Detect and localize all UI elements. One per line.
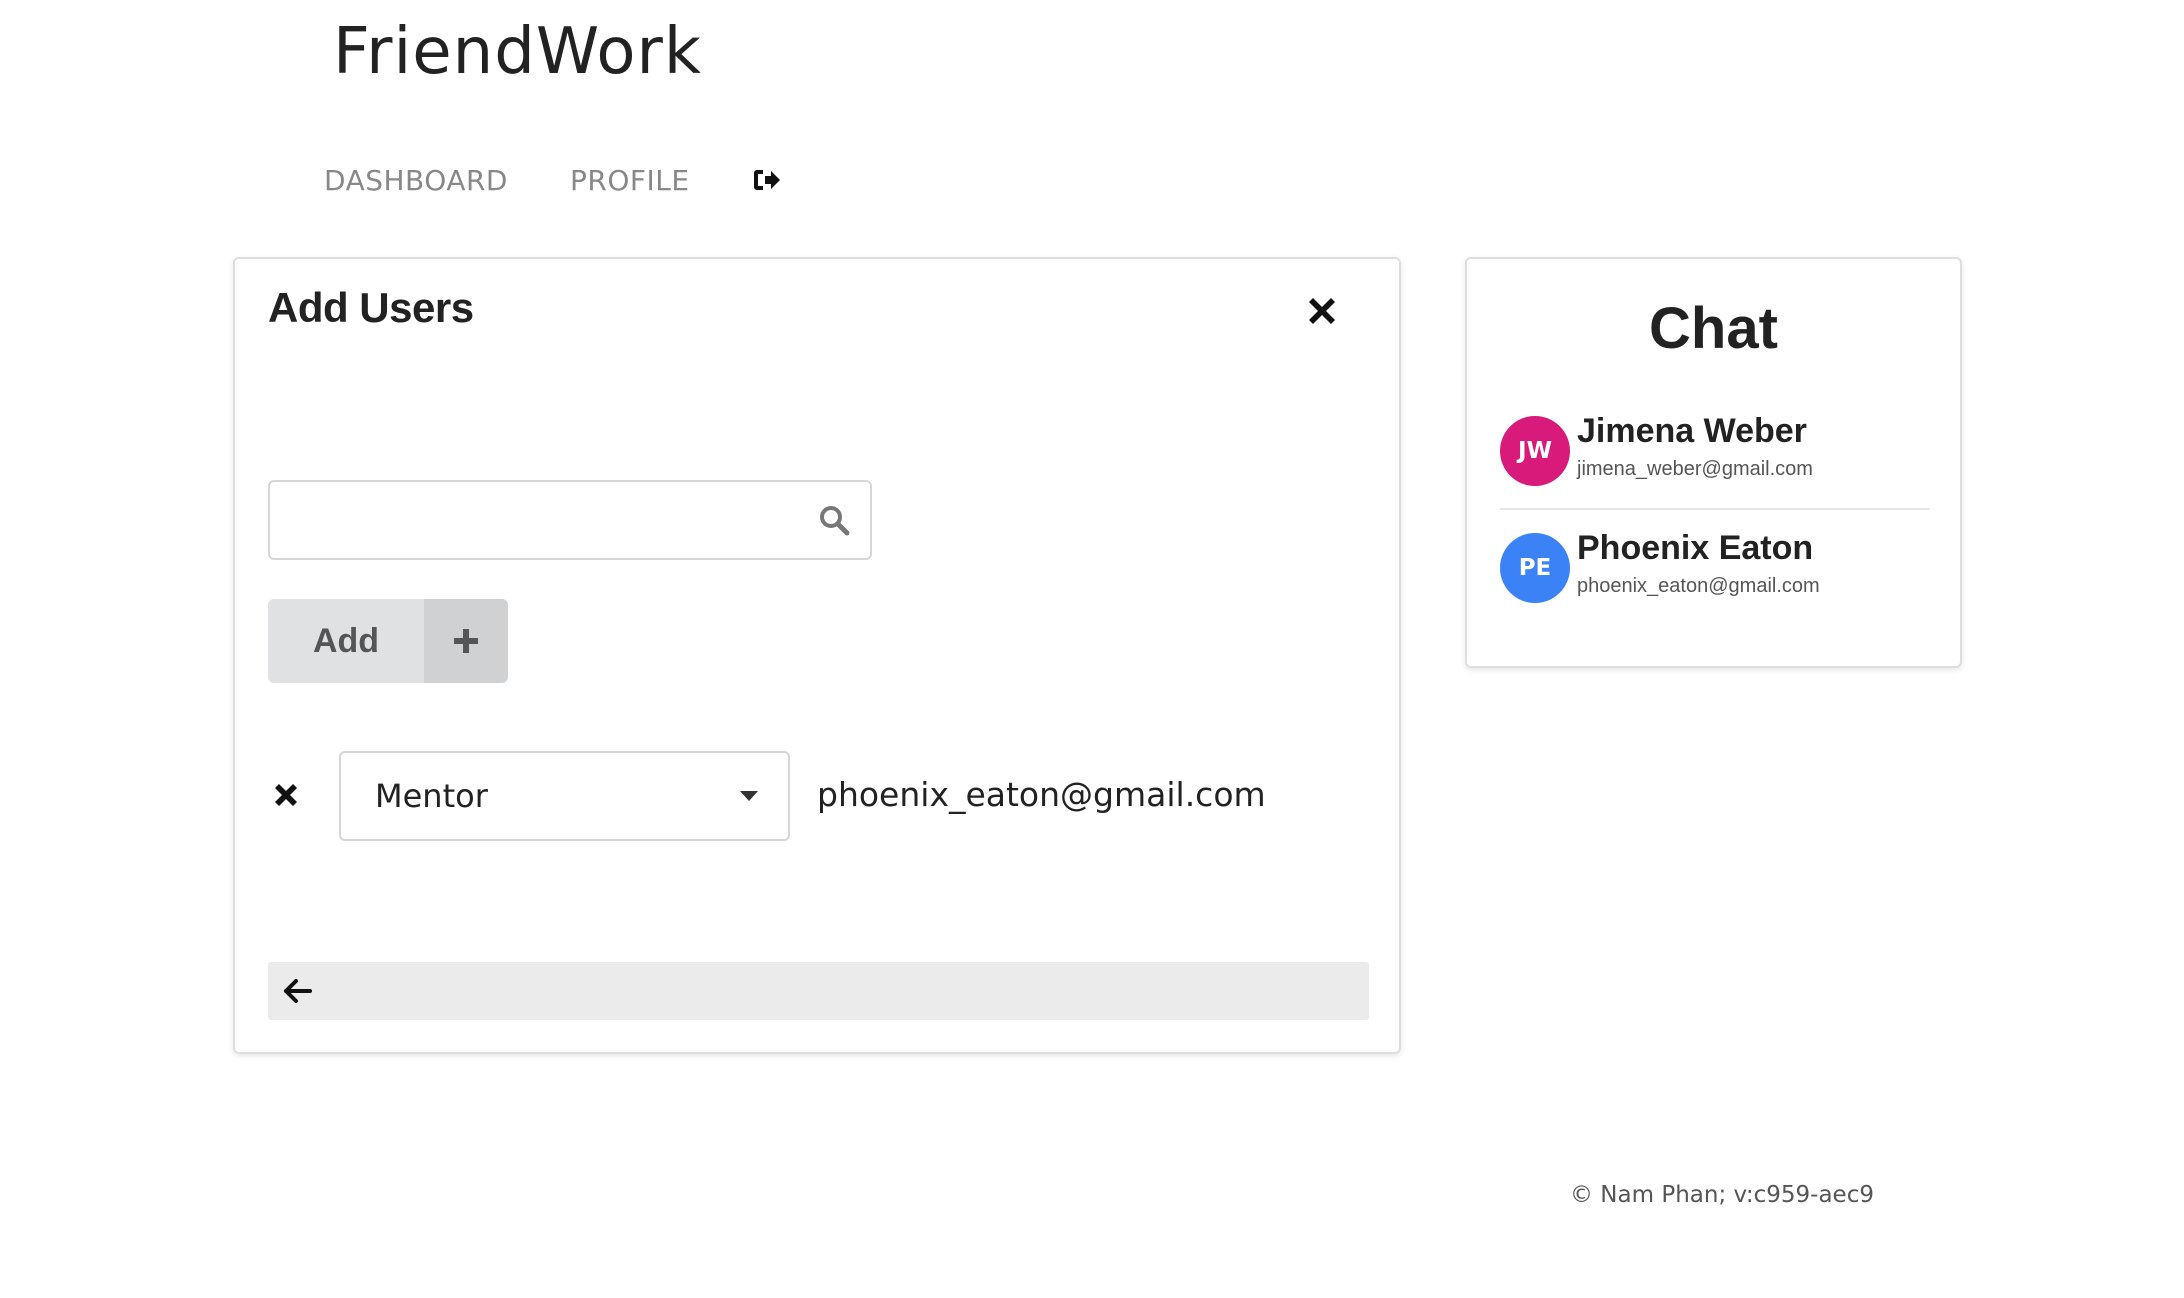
contact-email: phoenix_eaton@gmail.com [1577,575,1820,597]
add-button-label: Add [268,599,424,683]
role-select[interactable]: Mentor [339,751,790,841]
app-title: FriendWork [333,15,702,89]
chat-card: Chat JW Jimena Weber jimena_weber@gmail.… [1465,257,1962,668]
chat-contact[interactable]: JW Jimena Weber jimena_weber@gmail.com [1500,412,1930,488]
chat-title: Chat [1649,296,1778,361]
arrow-left-icon [280,974,314,1008]
contact-email: jimena_weber@gmail.com [1577,458,1813,480]
chat-contact[interactable]: PE Phoenix Eaton phoenix_eaton@gmail.com [1500,529,1930,605]
add-user-button[interactable]: Add [268,599,508,683]
contact-name: Phoenix Eaton [1577,529,1814,567]
user-search-field [268,480,872,560]
avatar: PE [1500,533,1570,603]
nav-dashboard[interactable]: DASHBOARD [324,164,508,197]
search-icon[interactable] [818,504,850,536]
selected-user-row: Mentor phoenix_eaton@gmail.com [268,751,1348,841]
selected-user-email: phoenix_eaton@gmail.com [817,775,1266,814]
nav-profile[interactable]: PROFILE [570,164,690,197]
user-search-input[interactable] [270,482,810,558]
divider [1500,508,1930,510]
add-users-card: Add Users Add Mentor phoenix_eaton@gmail… [233,257,1401,1054]
top-nav: DASHBOARD PROFILE [324,158,782,202]
chevron-down-icon [740,791,758,801]
avatar: JW [1500,416,1570,486]
back-button[interactable] [268,962,1369,1020]
role-select-value: Mentor [375,777,488,815]
contact-name: Jimena Weber [1577,412,1807,450]
remove-icon[interactable] [272,781,300,809]
footer-text: © Nam Phan; v:c959-aec9 [1570,1182,1874,1208]
close-icon[interactable] [1303,292,1341,330]
plus-icon [424,599,508,683]
sign-out-icon[interactable] [752,165,782,195]
add-users-title: Add Users [268,284,474,331]
